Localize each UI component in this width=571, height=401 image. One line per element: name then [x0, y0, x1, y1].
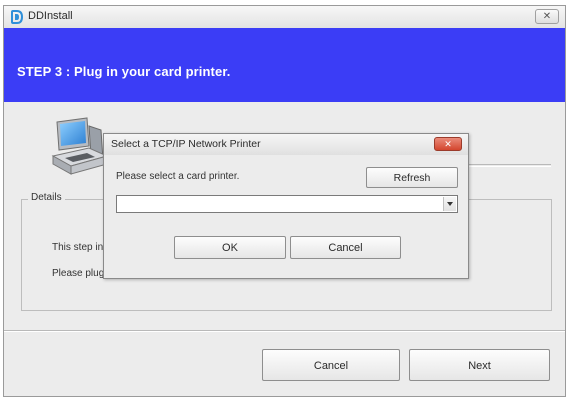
- select-printer-dialog: Select a TCP/IP Network Printer ✕ Please…: [103, 133, 469, 279]
- title-bar: DDInstall ✕: [4, 6, 565, 28]
- close-icon: ✕: [444, 139, 452, 149]
- printer-prompt: Please select a card printer.: [116, 171, 240, 182]
- window-title: DDInstall: [28, 10, 73, 22]
- card-printer-icon: [49, 116, 111, 178]
- details-line-2: Please plug: [52, 268, 105, 279]
- chevron-down-icon[interactable]: [443, 197, 456, 211]
- dialog-close-button[interactable]: ✕: [434, 137, 462, 151]
- dialog-cancel-button[interactable]: Cancel: [290, 236, 401, 259]
- details-label: Details: [28, 192, 65, 203]
- window-close-button[interactable]: ✕: [535, 9, 559, 24]
- next-button[interactable]: Next: [409, 349, 550, 381]
- step-banner: STEP 3 : Plug in your card printer.: [4, 28, 565, 102]
- dialog-title: Select a TCP/IP Network Printer: [111, 138, 261, 150]
- close-icon: ✕: [542, 11, 552, 22]
- footer-divider: [4, 330, 565, 332]
- ok-button[interactable]: OK: [174, 236, 286, 259]
- details-line-1: This step in: [52, 242, 104, 253]
- refresh-button[interactable]: Refresh: [366, 167, 458, 188]
- cancel-button[interactable]: Cancel: [262, 349, 400, 381]
- header-divider: [469, 164, 551, 167]
- printer-select[interactable]: [116, 195, 458, 213]
- dialog-title-bar: Select a TCP/IP Network Printer ✕: [104, 134, 468, 155]
- app-logo-icon: [10, 10, 24, 24]
- step-title: STEP 3 : Plug in your card printer.: [17, 64, 231, 79]
